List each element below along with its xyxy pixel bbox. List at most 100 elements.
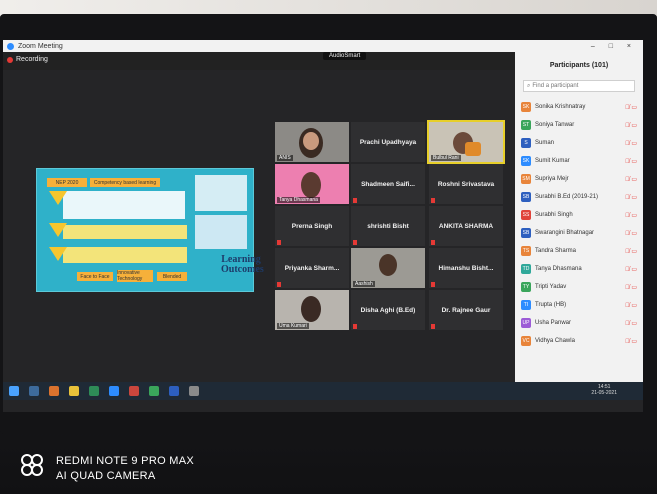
search-placeholder: Find a participant (532, 83, 579, 89)
tile-name: Priyanka Sharm... (284, 264, 340, 272)
windows-taskbar: 14:51 21-05-2021 (3, 382, 643, 400)
app-icon[interactable] (129, 386, 139, 396)
muted-mic-icon: 🎙̸ ▭ (625, 176, 637, 183)
participant-row[interactable]: TI Trupta (HB) 🎙̸ ▭ (521, 298, 639, 312)
clock-date: 21-05-2021 (591, 390, 617, 396)
video-tile[interactable]: Aashish (351, 248, 425, 288)
participant-search-input[interactable]: ⌕ Find a participant (523, 80, 635, 92)
word-icon[interactable] (169, 386, 179, 396)
participant-clothing (465, 142, 481, 156)
participant-name: Sumit Kumar (535, 158, 570, 164)
participant-name: Surabhi B.Ed (2019-21) (535, 194, 599, 200)
app-icon[interactable] (149, 386, 159, 396)
taskbar-clock[interactable]: 14:51 21-05-2021 (591, 384, 617, 396)
participant-avatar: SB (521, 192, 531, 202)
audiosmart-badge: AudioSmart (323, 52, 367, 60)
window-controls-icon[interactable]: – □ × (591, 43, 637, 50)
participant-name: Sonika Krishnatray (535, 104, 586, 110)
watermark-line1: REDMI NOTE 9 PRO MAX (56, 455, 195, 467)
participant-row[interactable]: TS Tandra Sharma 🎙̸ ▭ (521, 244, 639, 258)
slide-button-blended: Blended (157, 272, 187, 281)
video-tile[interactable]: Tanya Dhasmana (275, 164, 349, 204)
participant-row[interactable]: SK Sonika Krishnatray 🎙̸ ▭ (521, 100, 639, 114)
muted-mic-icon: 🎙̸ ▭ (625, 194, 637, 201)
participant-face (301, 172, 321, 198)
record-icon (7, 56, 13, 63)
participant-row[interactable]: VC Vidhya Chawla 🎙̸ ▭ (521, 334, 639, 348)
slide-header-nep: NEP 2020 (47, 178, 87, 187)
tile-name: Prerna Singh (291, 222, 333, 230)
search-icon[interactable] (29, 386, 39, 396)
participant-avatar: TY (521, 282, 531, 292)
windows-start-icon[interactable] (9, 386, 19, 396)
participant-row[interactable]: SB Swarangini Bhatnagar 🎙̸ ▭ (521, 226, 639, 240)
name-tile[interactable]: Shadmeen Saifi... (351, 164, 425, 204)
participant-row[interactable]: TD Tanya Dhasmana 🎙̸ ▭ (521, 262, 639, 276)
video-tile[interactable]: Uma Kumari (275, 290, 349, 330)
window-title: Zoom Meeting (18, 42, 63, 50)
participant-row[interactable]: S Suman 🎙̸ ▭ (521, 136, 639, 150)
slide-header: NEP 2020 Competency based learning (47, 178, 197, 187)
participants-panel: Participants (101) ⌕ Find a participant … (515, 52, 643, 382)
video-name-tag: Tanya Dhasmana (277, 197, 320, 203)
name-tile[interactable]: Prachi Upadhyaya (351, 122, 425, 162)
name-tile[interactable]: Dr. Rajnee Gaur (429, 290, 503, 330)
tile-name: Dr. Rajnee Gaur (441, 306, 491, 314)
chevron-icon (49, 223, 67, 237)
recording-label: Recording (16, 56, 48, 63)
participant-avatar: SK (521, 102, 531, 112)
name-tile[interactable]: Priyanka Sharm... (275, 248, 349, 288)
slide-text-block (63, 191, 185, 219)
search-icon: ⌕ (527, 82, 531, 89)
participant-row[interactable]: SM Supriya Mejr 🎙̸ ▭ (521, 172, 639, 186)
name-tile[interactable]: shrishti Bisht (351, 206, 425, 246)
participant-row[interactable]: SK Sumit Kumar 🎙̸ ▭ (521, 154, 639, 168)
muted-mic-icon (431, 282, 435, 287)
muted-mic-icon: 🎙̸ ▭ (625, 320, 637, 327)
participant-face (379, 254, 397, 276)
participant-row[interactable]: TY Tripti Yadav 🎙̸ ▭ (521, 280, 639, 294)
tile-name: Shadmeen Saifi... (361, 180, 415, 188)
slide-button-tech: Innovative Technology (117, 270, 153, 282)
participant-avatar: ST (521, 120, 531, 130)
settings-icon[interactable] (189, 386, 199, 396)
muted-mic-icon: 🎙̸ ▭ (625, 104, 637, 111)
participant-avatar: SM (521, 174, 531, 184)
name-tile[interactable]: Roshni Srivastava (429, 164, 503, 204)
participant-name: Swarangini Bhatnagar (535, 230, 595, 236)
participant-avatar: SB (521, 228, 531, 238)
folder-icon[interactable] (69, 386, 79, 396)
video-tile-active-speaker[interactable]: Bulbul Rani (427, 120, 505, 164)
participant-row[interactable]: UP Usha Panwar 🎙̸ ▭ (521, 316, 639, 330)
participant-avatar: UP (521, 318, 531, 328)
participant-name: Tandra Sharma (535, 248, 577, 254)
muted-mic-icon (431, 324, 435, 329)
name-tile[interactable]: ANKITA SHARMA (429, 206, 503, 246)
video-tile[interactable]: ANIS (275, 122, 349, 162)
video-name-tag: ANIS (277, 155, 293, 161)
muted-mic-icon (431, 198, 435, 203)
participant-face (303, 132, 319, 150)
zoom-icon[interactable] (109, 386, 119, 396)
slide-button-face: Face to Face (77, 272, 113, 281)
app-icon[interactable] (49, 386, 59, 396)
video-name-tag: Uma Kumari (277, 323, 309, 329)
slide-highlight (63, 225, 187, 239)
participant-name: Suman (535, 140, 555, 146)
name-tile[interactable]: Himanshu Bisht... (429, 248, 503, 288)
participant-row[interactable]: SS Surabhi Singh 🎙̸ ▭ (521, 208, 639, 222)
laptop-screen: Zoom Meeting – □ × Recording AudioSmart … (3, 40, 643, 412)
participant-avatar: TI (521, 300, 531, 310)
meeting-topbar: Recording AudioSmart (3, 52, 515, 70)
recording-indicator[interactable]: Recording (7, 56, 48, 63)
participant-row[interactable]: SB Surabhi B.Ed (2019-21) 🎙̸ ▭ (521, 190, 639, 204)
muted-mic-icon: 🎙̸ ▭ (625, 230, 637, 237)
participant-avatar: SS (521, 210, 531, 220)
name-tile[interactable]: Disha Aghi (B.Ed) (351, 290, 425, 330)
muted-mic-icon (353, 240, 357, 245)
browser-icon[interactable] (89, 386, 99, 396)
name-tile[interactable]: Prerna Singh (275, 206, 349, 246)
zoom-app-icon (7, 42, 14, 50)
muted-mic-icon: 🎙̸ ▭ (625, 248, 637, 255)
participant-row[interactable]: ST Soniya Tanwar 🎙̸ ▭ (521, 118, 639, 132)
